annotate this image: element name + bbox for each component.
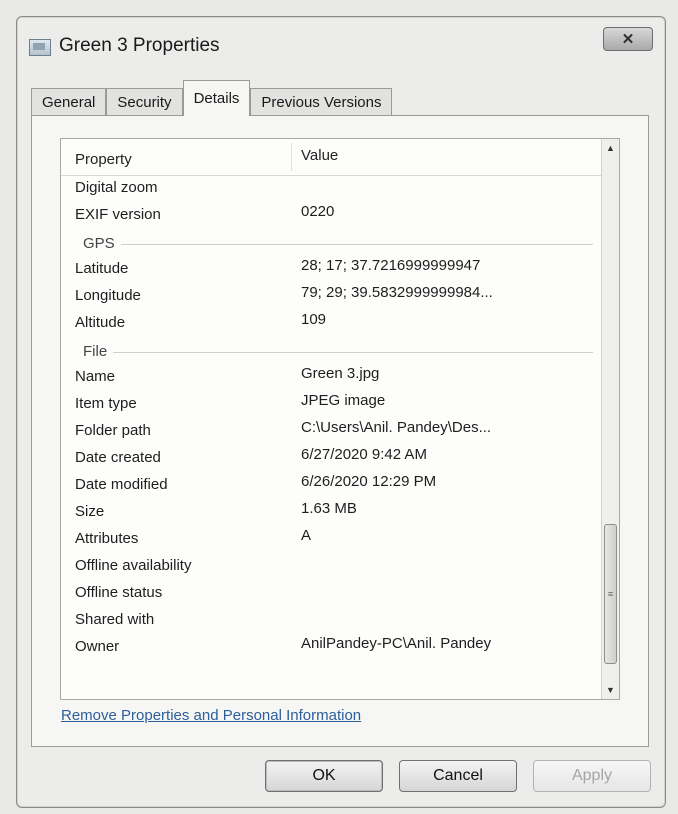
property-value: 109 <box>301 311 327 328</box>
property-value: JPEG image <box>301 392 386 409</box>
group-divider <box>83 352 593 353</box>
property-label: Size <box>75 503 105 520</box>
property-label: Offline status <box>75 584 163 601</box>
ok-button[interactable]: OK <box>265 760 383 792</box>
property-value: 28; 17; 37.7216999999947 <box>301 257 481 274</box>
property-row[interactable]: Shared with <box>61 607 601 634</box>
tab-strip: General Security Details Previous Versio… <box>31 78 393 116</box>
tab-general[interactable]: General <box>31 88 107 116</box>
property-value: 79; 29; 39.5832999999984... <box>301 284 493 301</box>
property-label: Longitude <box>75 287 141 304</box>
apply-button[interactable]: Apply <box>533 760 651 792</box>
property-row[interactable]: Latitude 28; 17; 37.7216999999947 <box>61 256 601 283</box>
property-value: 6/27/2020 9:42 AM <box>301 446 427 463</box>
vertical-scrollbar[interactable]: ▲ ≡ ▼ <box>601 139 619 699</box>
property-label: Item type <box>75 395 137 412</box>
group-header: File <box>61 337 601 364</box>
property-label: Name <box>75 368 116 385</box>
chevron-up-icon: ▲ <box>606 143 615 153</box>
property-label: Latitude <box>75 260 129 277</box>
scroll-thumb[interactable]: ≡ <box>604 524 617 664</box>
property-label: Date created <box>75 449 161 466</box>
property-value: A <box>301 527 312 544</box>
property-row[interactable]: Digital zoom <box>61 175 601 202</box>
property-label: Folder path <box>75 422 151 439</box>
tab-previous-versions[interactable]: Previous Versions <box>250 88 393 116</box>
remove-properties-link[interactable]: Remove Properties and Personal Informati… <box>61 707 361 724</box>
close-icon: ✕ <box>621 31 635 48</box>
property-label: EXIF version <box>75 206 161 223</box>
group-label: File <box>83 343 114 360</box>
property-value: C:\Users\Anil. Pandey\Des... <box>301 419 492 436</box>
scroll-down-button[interactable]: ▼ <box>602 681 619 699</box>
property-row[interactable]: Item type JPEG image <box>61 391 601 418</box>
window-title: Green 3 Properties <box>59 35 220 56</box>
grip-icon: ≡ <box>607 589 614 599</box>
property-label: Date modified <box>75 476 168 493</box>
details-rows: Digital zoom EXIF version 0220 GPS Latitude 2… <box>61 175 601 661</box>
property-row[interactable]: Size 1.63 MB <box>61 499 601 526</box>
close-button[interactable]: ✕ <box>603 27 653 51</box>
details-panel: Property Value Digital zoom EXIF version 0… <box>31 115 649 747</box>
property-row[interactable]: Folder path C:\Users\Anil. Pandey\Des... <box>61 418 601 445</box>
property-label: Owner <box>75 638 120 655</box>
property-row[interactable]: EXIF version 0220 <box>61 202 601 229</box>
property-row[interactable]: Name Green 3.jpg <box>61 364 601 391</box>
property-row[interactable]: Owner AnilPandey-PC\Anil. Pandey <box>61 634 601 661</box>
column-header-property[interactable]: Property <box>75 151 132 168</box>
property-value: 6/26/2020 12:29 PM <box>301 473 437 490</box>
property-row[interactable]: Date modified 6/26/2020 12:29 PM <box>61 472 601 499</box>
chevron-down-icon: ▼ <box>606 685 615 695</box>
property-label: Attributes <box>75 530 139 547</box>
group-label: GPS <box>83 235 121 252</box>
tab-security[interactable]: Security <box>106 88 183 116</box>
list-header: Property Value <box>61 139 601 176</box>
property-value: 0220 <box>301 203 335 220</box>
window-icon <box>29 39 51 56</box>
group-divider <box>83 244 593 245</box>
property-row[interactable]: Longitude 79; 29; 39.5832999999984... <box>61 283 601 310</box>
scroll-up-button[interactable]: ▲ <box>602 139 619 157</box>
tab-details[interactable]: Details <box>182 80 251 116</box>
property-value: AnilPandey-PC\Anil. Pandey <box>301 635 492 652</box>
property-label: Offline availability <box>75 557 192 574</box>
column-divider[interactable] <box>291 143 292 171</box>
group-header: GPS <box>61 229 601 256</box>
property-label: Shared with <box>75 611 155 628</box>
property-row[interactable]: Offline availability <box>61 553 601 580</box>
property-label: Altitude <box>75 314 126 331</box>
property-value: Green 3.jpg <box>301 365 380 382</box>
details-list[interactable]: Property Value Digital zoom EXIF version 0… <box>60 138 620 700</box>
property-row[interactable]: Altitude 109 <box>61 310 601 337</box>
property-row[interactable]: Attributes A <box>61 526 601 553</box>
property-value: 1.63 MB <box>301 500 357 517</box>
property-label: Digital zoom <box>75 179 158 196</box>
title-bar: Green 3 Properties ✕ <box>17 17 665 69</box>
cancel-button[interactable]: Cancel <box>399 760 517 792</box>
properties-window: Green 3 Properties ✕ General Security De… <box>16 16 666 808</box>
property-row[interactable]: Date created 6/27/2020 9:42 AM <box>61 445 601 472</box>
column-header-value[interactable]: Value <box>301 147 338 164</box>
property-row[interactable]: Offline status <box>61 580 601 607</box>
